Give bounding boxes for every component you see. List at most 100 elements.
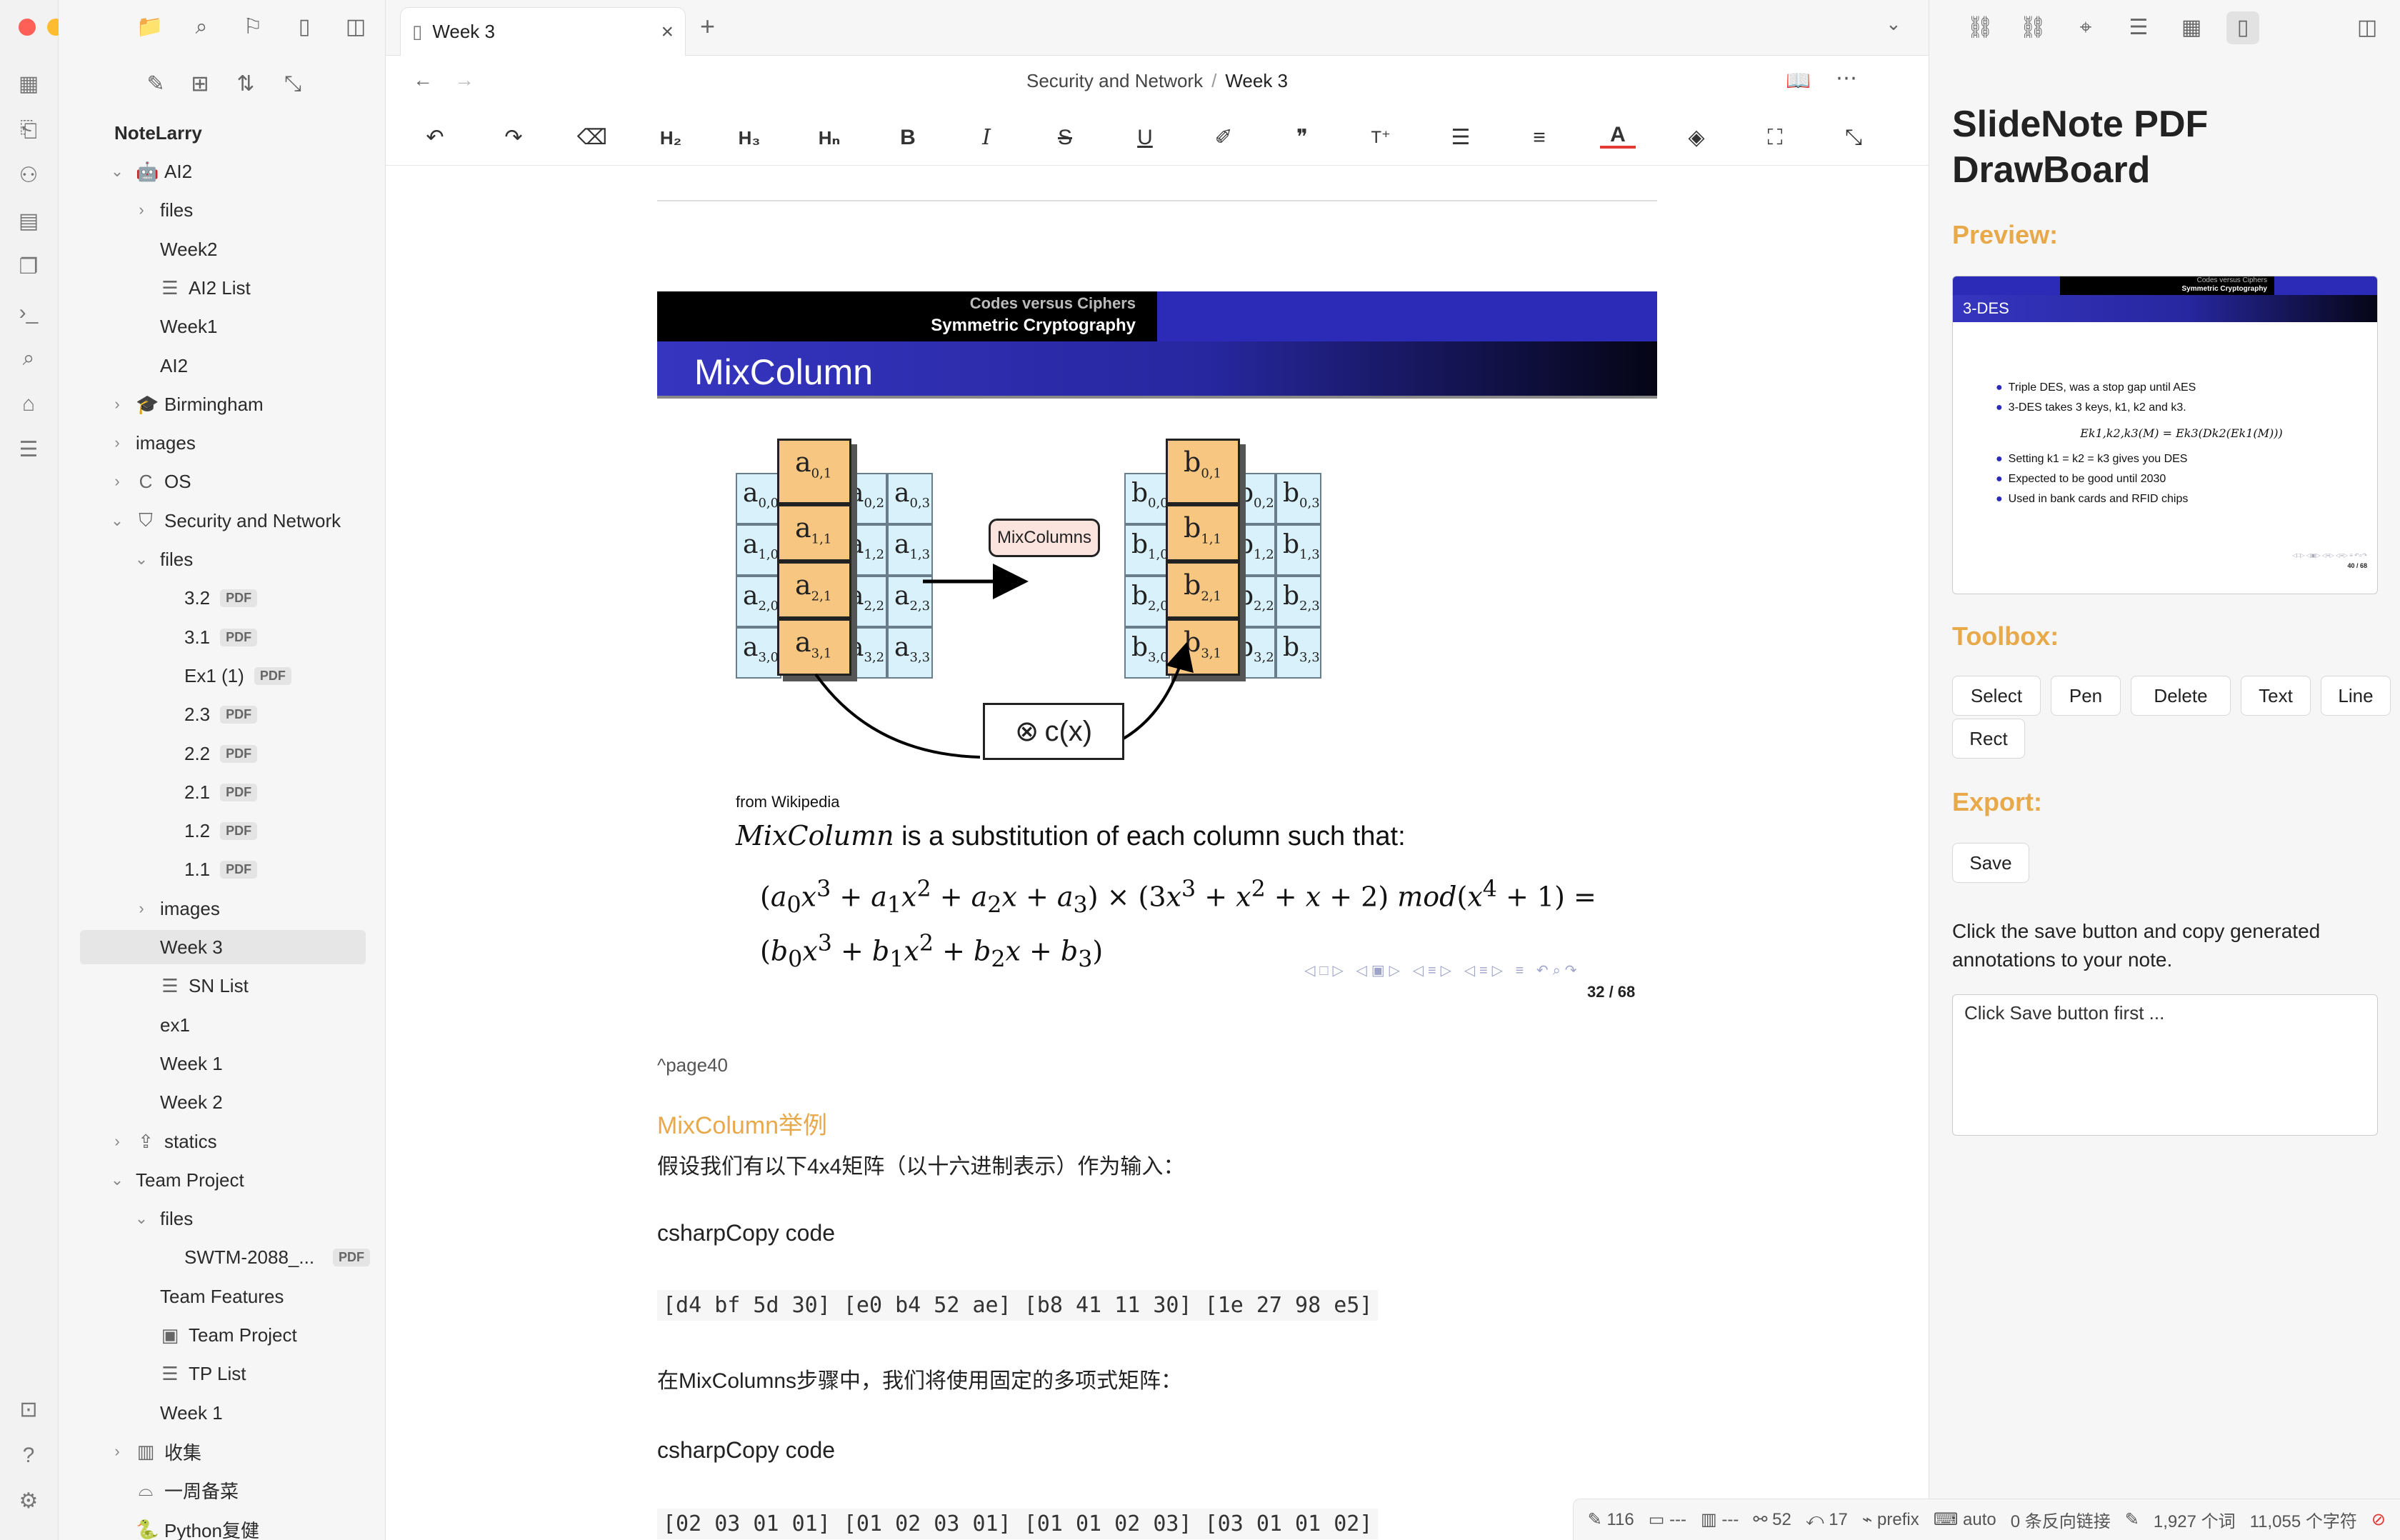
sidebar-item[interactable]: ▣ Team Project xyxy=(80,1318,366,1352)
shrink-icon[interactable]: ⤡ xyxy=(1836,121,1871,154)
sidebar-item[interactable]: 2.3 PDF xyxy=(80,697,366,731)
status-item-c[interactable]: ▥ --- xyxy=(1701,1509,1739,1530)
sidebar-item[interactable]: ⌓ 一周备菜 xyxy=(80,1473,366,1507)
status-auto[interactable]: ⌨ auto xyxy=(1934,1509,1996,1530)
text-color-icon[interactable]: A xyxy=(1600,121,1636,149)
sidebar-item[interactable]: › images xyxy=(80,891,366,926)
reading-view-icon[interactable]: 📖 xyxy=(1786,69,1811,92)
outgoing-link-icon[interactable]: ⛓ xyxy=(2016,11,2049,44)
breadcrumb-parent[interactable]: Security and Network xyxy=(1026,70,1203,92)
status-item-b[interactable]: ▭ --- xyxy=(1649,1509,1686,1530)
sidebar-item[interactable]: ex1 xyxy=(80,1008,366,1042)
pen-tool-button[interactable]: Pen xyxy=(2051,676,2121,716)
pdf-drawboard-icon[interactable]: ▯ xyxy=(2226,11,2259,44)
format-text-icon[interactable]: T⁺ xyxy=(1363,121,1399,154)
collapse-all-icon[interactable]: ⤡ xyxy=(277,69,309,100)
status-item-e[interactable]: ⤺ 17 xyxy=(1806,1510,1848,1530)
bookmark-icon[interactable]: ⚐ xyxy=(237,11,269,43)
sidebar-item[interactable]: 3.2 PDF xyxy=(80,581,366,615)
sidebar-item[interactable]: › C OS xyxy=(80,464,366,499)
sidebar-item[interactable]: Week1 xyxy=(80,309,366,344)
sidebar-item[interactable]: 3.1 PDF xyxy=(80,620,366,654)
close-tab-icon[interactable]: × xyxy=(661,20,674,44)
tab-week-3[interactable]: ▯ Week 3 × xyxy=(400,7,686,56)
sidebar-item[interactable]: Week 3 xyxy=(80,930,366,964)
sidebar-item[interactable]: ⌄ Team Project xyxy=(80,1163,366,1197)
sidebar-item[interactable]: ⌄ 🤖 AI2 xyxy=(80,154,366,189)
folder-icon[interactable]: 📁 xyxy=(134,11,166,43)
vault-icon[interactable]: ⊡ xyxy=(14,1396,43,1424)
sidebar-item[interactable]: Week2 xyxy=(80,232,366,266)
breadcrumb-current[interactable]: Week 3 xyxy=(1225,70,1288,92)
sidebar-item[interactable]: AI2 xyxy=(80,349,366,383)
heading-3-icon[interactable]: H₃ xyxy=(731,121,767,154)
terminal-icon[interactable]: ›_ xyxy=(14,299,43,327)
sidebar-item[interactable]: ⌄ ⛉ Security and Network xyxy=(80,504,366,538)
bold-icon[interactable]: B xyxy=(890,121,926,154)
line-tool-button[interactable]: Line xyxy=(2321,676,2391,716)
table-icon[interactable]: ▦ xyxy=(14,70,43,99)
text-tool-button[interactable]: Text xyxy=(2241,676,2311,716)
list-icon[interactable]: ☰ xyxy=(1443,121,1479,154)
underline-icon[interactable]: U xyxy=(1127,121,1163,154)
heading-2-icon[interactable]: H₂ xyxy=(653,121,689,154)
italic-icon[interactable]: I xyxy=(969,121,1004,154)
eraser-icon[interactable]: ⌫ xyxy=(574,121,610,154)
sidebar-item[interactable]: Week 1 xyxy=(80,1396,366,1430)
sidebar-item[interactable]: ☰ AI2 List xyxy=(80,271,366,305)
more-options-icon[interactable]: ⋯ xyxy=(1836,66,1857,91)
outline-icon[interactable]: ☰ xyxy=(2122,11,2155,44)
sidebar-item[interactable]: › images xyxy=(80,426,366,460)
save-button[interactable]: Save xyxy=(1952,843,2029,883)
help-icon[interactable]: ? xyxy=(14,1441,43,1470)
dashboard-icon[interactable]: ▤ xyxy=(14,207,43,236)
new-tab-icon[interactable]: + xyxy=(700,11,715,41)
slide-preview[interactable]: Codes versus Ciphers Symmetric Cryptogra… xyxy=(1952,276,2378,594)
tags-icon[interactable]: ⌖ xyxy=(2069,11,2102,44)
sidebar-item[interactable]: ⌄ files xyxy=(80,542,366,576)
highlighter-icon[interactable]: ✐ xyxy=(1206,121,1241,154)
sidebar-toggle-icon[interactable]: ◫ xyxy=(340,11,371,43)
status-prefix[interactable]: ⌁ prefix xyxy=(1862,1509,1919,1530)
link-edit-icon[interactable]: ⛓ xyxy=(1964,11,1996,44)
sort-icon[interactable]: ⇅ xyxy=(230,69,261,100)
sidebar-item[interactable]: SWTM-2088_... PDF xyxy=(80,1240,370,1274)
quote-icon[interactable]: ❞ xyxy=(1284,121,1320,154)
sidebar-item[interactable]: 1.2 PDF xyxy=(80,814,366,848)
sidebar-toggle-icon[interactable]: ◫ xyxy=(2351,11,2384,44)
status-item-d[interactable]: ⚯ 52 xyxy=(1753,1509,1791,1530)
sidebar-item[interactable]: ☰ TP List xyxy=(80,1356,366,1391)
sync-off-icon[interactable]: ⊘ xyxy=(2371,1509,2386,1530)
table-icon[interactable]: ▦ xyxy=(2175,11,2208,44)
sidebar-item[interactable]: 2.1 PDF xyxy=(80,775,366,809)
status-backlinks[interactable]: 0 条反向链接 xyxy=(2011,1507,2111,1532)
align-icon[interactable]: ≡ xyxy=(1521,121,1557,154)
sidebar-item[interactable]: › ⇪ statics xyxy=(80,1124,366,1159)
heading-n-icon[interactable]: Hₙ xyxy=(811,121,847,154)
sidebar-item[interactable]: › files xyxy=(80,193,366,227)
sidebar-item[interactable]: 🐍 Python复健 xyxy=(80,1512,366,1540)
chevron-down-icon[interactable]: ⌄ xyxy=(1886,13,1901,35)
status-item-a[interactable]: ✎ 116 xyxy=(1588,1509,1634,1530)
search-icon[interactable]: ⌕ xyxy=(14,344,43,373)
new-note-icon[interactable]: ✎ xyxy=(140,69,171,100)
pencil-icon[interactable]: ✎ xyxy=(2125,1509,2139,1530)
annotation-output[interactable]: Click Save button first ... xyxy=(1952,994,2378,1136)
new-folder-icon[interactable]: ⊞ xyxy=(184,69,216,100)
undo-icon[interactable]: ↶ xyxy=(417,121,453,154)
select-tool-button[interactable]: Select xyxy=(1952,676,2041,716)
file-icon[interactable]: ▯ xyxy=(289,11,320,43)
graph-icon[interactable]: ⚇ xyxy=(14,161,43,190)
settings-icon[interactable]: ⚙ xyxy=(14,1487,43,1516)
sidebar-item[interactable]: › ▥ 收集 xyxy=(80,1434,366,1469)
sidebar-item[interactable]: › 🎓 Birmingham xyxy=(80,387,366,421)
sidebar-item[interactable]: Week 1 xyxy=(80,1046,366,1081)
fullscreen-icon[interactable]: ⛶ xyxy=(1757,121,1793,154)
rect-tool-button[interactable]: Rect xyxy=(1952,719,2025,759)
close-window-button[interactable] xyxy=(19,19,36,36)
delete-tool-button[interactable]: Delete xyxy=(2131,676,2231,716)
file-lock-icon[interactable]: ⎗ xyxy=(14,116,43,144)
redo-icon[interactable]: ↷ xyxy=(496,121,531,154)
sidebar-item[interactable]: Week 2 xyxy=(80,1085,366,1119)
search-icon[interactable]: ⌕ xyxy=(186,11,217,43)
